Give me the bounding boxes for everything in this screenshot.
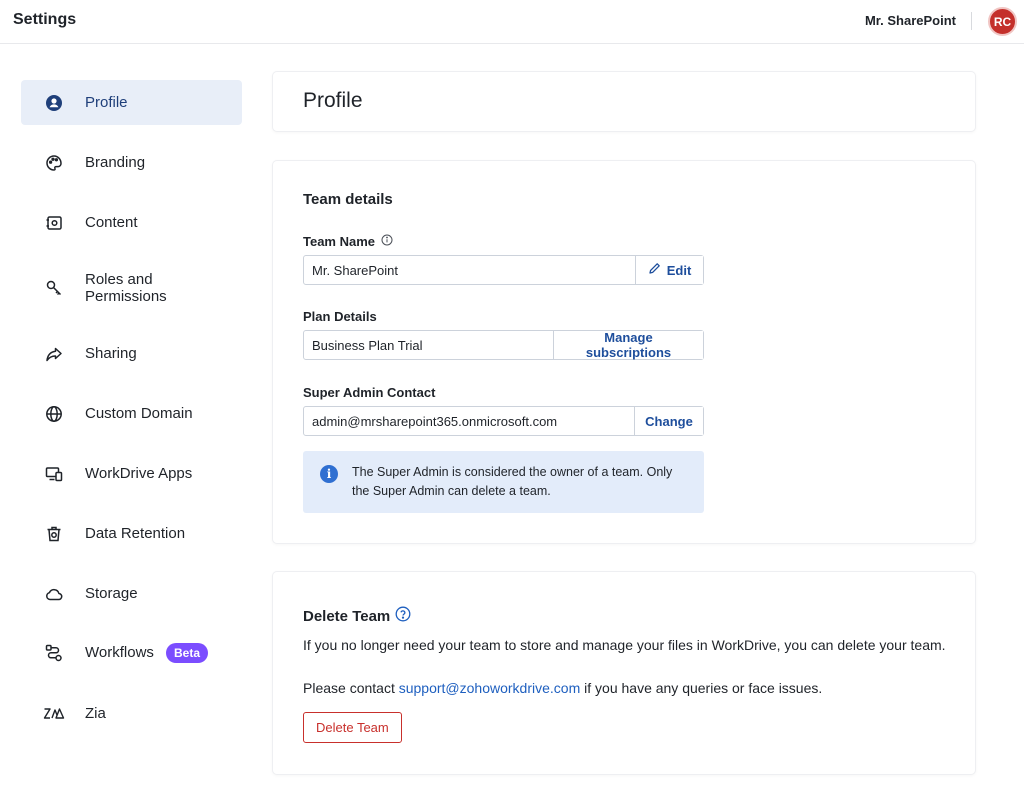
delete-team-title-text: Delete Team — [303, 607, 391, 625]
zia-icon — [43, 703, 65, 725]
cloud-icon — [43, 583, 65, 605]
delete-team-button[interactable]: Delete Team — [303, 712, 402, 743]
sidebar-item-branding[interactable]: Branding — [21, 140, 242, 185]
super-admin-input[interactable] — [304, 407, 634, 435]
sidebar-item-label: Zia — [85, 705, 106, 722]
plan-details-label: Plan Details — [303, 309, 377, 324]
delete-team-card: Delete Team If you no longer need your t… — [273, 572, 975, 774]
trash-icon — [43, 523, 65, 545]
sidebar-item-profile[interactable]: Profile — [21, 80, 242, 125]
user-name[interactable]: Mr. SharePoint — [865, 13, 956, 28]
devices-icon — [43, 463, 65, 485]
sidebar-item-custom-domain[interactable]: Custom Domain — [21, 391, 242, 436]
support-email-link[interactable]: support@zohoworkdrive.com — [399, 680, 581, 696]
plan-details-field: Manage subscriptions — [303, 330, 704, 360]
sidebar-item-label: Roles and Permissions — [85, 270, 167, 305]
profile-icon — [43, 92, 65, 114]
super-admin-field: Change — [303, 406, 704, 436]
sidebar-item-label: Data Retention — [85, 525, 186, 542]
info-text: The Super Admin is considered the owner … — [352, 465, 673, 498]
team-details-card: Team details Team Name Edit Plan Details… — [273, 161, 975, 543]
team-name-label: Team Name — [303, 234, 393, 249]
avatar[interactable]: RC — [988, 7, 1017, 36]
workflow-icon — [43, 642, 65, 664]
content-icon — [43, 212, 65, 234]
sidebar: Profile Branding Content Roles and Permi… — [0, 44, 262, 798]
sidebar-item-data-retention[interactable]: Data Retention — [21, 511, 242, 556]
team-details-title: Team details — [303, 191, 393, 208]
sidebar-item-label: Branding — [85, 154, 146, 171]
profile-title-card: Profile — [273, 72, 975, 131]
page-title: Profile — [303, 89, 363, 112]
globe-icon — [43, 403, 65, 425]
sidebar-item-sharing[interactable]: Sharing — [21, 331, 242, 376]
key-icon — [43, 277, 65, 299]
contact-suffix: if you have any queries or face issues. — [580, 680, 823, 696]
pencil-icon — [648, 262, 661, 278]
palette-icon — [43, 152, 65, 174]
sidebar-item-zia[interactable]: Zia — [21, 691, 242, 736]
sidebar-item-label: WorkDrive Apps — [85, 465, 193, 482]
contact-prefix: Please contact — [303, 680, 399, 696]
edit-team-name-button[interactable]: Edit — [635, 256, 703, 284]
sidebar-item-label: Workflows — [85, 644, 154, 661]
team-name-input[interactable] — [304, 256, 635, 284]
sidebar-item-label: Sharing — [85, 345, 137, 362]
sidebar-item-content[interactable]: Content — [21, 200, 242, 245]
super-admin-label-text: Super Admin Contact — [303, 385, 436, 400]
info-circle-icon[interactable] — [381, 234, 393, 249]
sidebar-item-workdrive-apps[interactable]: WorkDrive Apps — [21, 451, 242, 496]
sidebar-item-workflows[interactable]: Workflows Beta — [21, 630, 242, 675]
info-icon: i — [320, 465, 338, 483]
delete-team-title: Delete Team — [303, 606, 411, 626]
sidebar-item-roles-permissions[interactable]: Roles and Permissions — [21, 265, 242, 310]
plan-details-input[interactable] — [304, 331, 553, 359]
delete-team-description: If you no longer need your team to store… — [303, 637, 946, 653]
plan-details-label-text: Plan Details — [303, 309, 377, 324]
header-divider — [971, 12, 972, 30]
sidebar-item-label: Custom Domain — [85, 405, 193, 422]
manage-subscriptions-button[interactable]: Manage subscriptions — [553, 330, 703, 360]
page-header-title: Settings — [13, 11, 77, 28]
super-admin-label: Super Admin Contact — [303, 385, 435, 400]
delete-team-contact: Please contact support@zohoworkdrive.com… — [303, 678, 953, 699]
info-box: i The Super Admin is considered the owne… — [303, 451, 704, 513]
team-name-field: Edit — [303, 255, 704, 285]
edit-button-label: Edit — [666, 262, 692, 278]
sidebar-item-label: Storage — [85, 585, 138, 602]
top-bar: Settings Mr. SharePoint RC — [0, 0, 1024, 44]
team-name-label-text: Team Name — [303, 234, 376, 249]
sidebar-item-label: Profile — [85, 94, 128, 111]
sidebar-item-storage[interactable]: Storage — [21, 571, 242, 616]
help-icon[interactable] — [395, 606, 411, 626]
sidebar-item-label: Content — [85, 214, 138, 231]
beta-badge: Beta — [166, 642, 209, 663]
share-icon — [43, 343, 65, 365]
change-admin-button[interactable]: Change — [634, 407, 703, 435]
